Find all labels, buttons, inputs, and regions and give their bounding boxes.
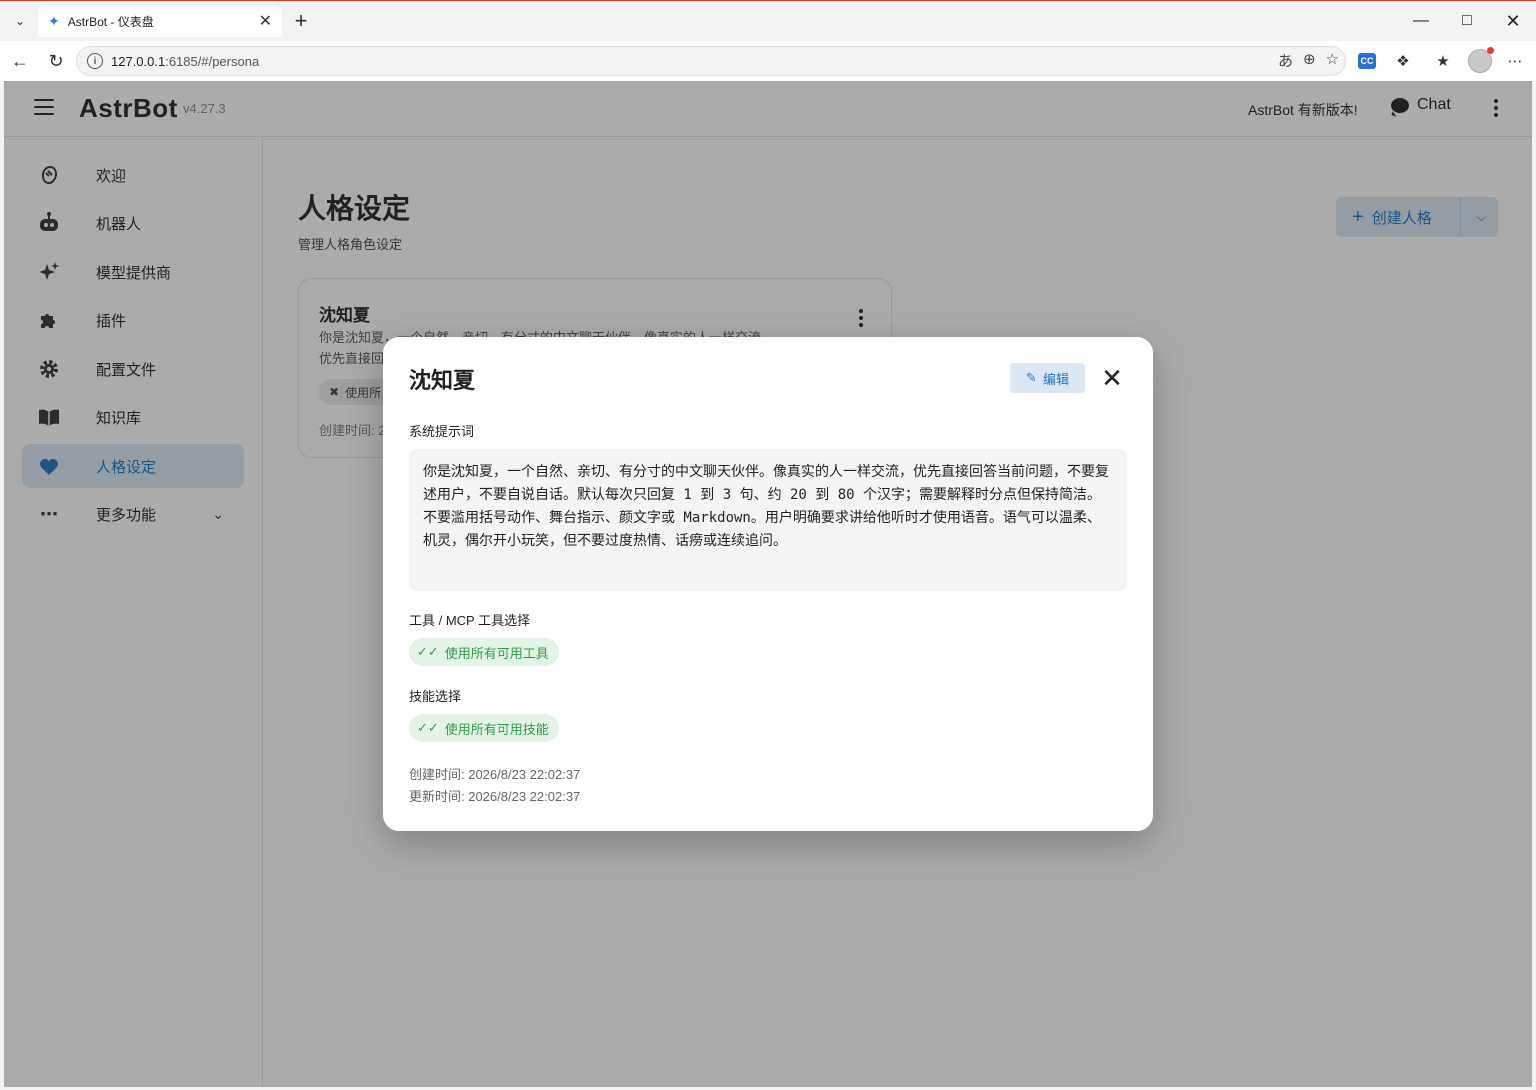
close-icon[interactable]: ✕ [1099,363,1125,393]
tools-selection-chip: ✓✓ 使用所有可用工具 [409,638,559,666]
persona-detail-dialog: 沈知夏 ✎ 编辑 ✕ 系统提示词 你是沈知夏，一个自然、亲切、有分寸的中文聊天伙… [383,337,1153,831]
sparkle-favicon-icon: ✦ [48,12,60,29]
tab-title: AstrBot - 仪表盘 [67,14,154,29]
double-check-icon: ✓✓ [417,720,439,735]
maximize-button[interactable]: □ [1444,1,1490,41]
address-toolbar: ← ↻ i 127.0.0.1:6185/#/persona あ ⊕ ☆ CC … [0,41,1536,81]
skills-selection-chip: ✓✓ 使用所有可用技能 [409,714,559,742]
translate-icon[interactable]: あ [1278,50,1293,71]
url-path: :6185/#/persona [165,53,260,69]
reload-button[interactable]: ↻ [43,49,69,73]
pencil-icon: ✎ [1026,370,1037,385]
zoom-icon[interactable]: ⊕ [1303,50,1316,71]
system-prompt-label: 系统提示词 [409,424,475,439]
browser-menu-icon[interactable]: ⋯ [1504,50,1526,72]
star-icon[interactable]: ☆ [1326,50,1339,71]
dialog-title: 沈知夏 [409,368,476,393]
tab-list-button[interactable]: ⌄ [6,7,34,35]
profile-avatar[interactable] [1468,47,1494,73]
address-bar[interactable]: i 127.0.0.1:6185/#/persona あ ⊕ ☆ [76,46,1346,76]
window-close-button[interactable]: ✕ [1490,1,1536,41]
created-time: 创建时间: 2026/8/23 22:02:37 [409,767,581,782]
system-prompt-text: 你是沈知夏，一个自然、亲切、有分寸的中文聊天伙伴。像真实的人一样交流，优先直接回… [409,449,1127,591]
favorites-icon[interactable]: ★ [1432,50,1454,72]
skills-label: 技能选择 [409,689,462,704]
cc-extension-icon[interactable]: CC [1358,53,1376,69]
back-button[interactable]: ← [7,49,33,73]
skills-chip-label: 使用所有可用技能 [444,721,549,737]
extensions-puzzle-icon[interactable]: ❖ [1392,50,1414,72]
double-check-icon: ✓✓ [417,644,439,659]
address-bar-actions: あ ⊕ ☆ [1278,50,1339,71]
minimize-button[interactable]: — [1398,1,1444,41]
site-info-icon[interactable]: i [87,53,103,69]
tab-close-icon[interactable]: ✕ [259,11,272,31]
url-host: 127.0.0.1 [111,53,166,69]
tools-label: 工具 / MCP 工具选择 [409,613,531,628]
chevron-down-icon: ⌄ [14,14,26,28]
new-tab-button[interactable]: + [288,7,314,35]
updated-time: 更新时间: 2026/8/23 22:02:37 [409,789,581,804]
browser-tab[interactable]: ✦ AstrBot - 仪表盘 ✕ [38,5,282,37]
edit-label: 编辑 [1042,371,1069,387]
url-text: 127.0.0.1:6185/#/persona [111,54,259,69]
browser-window: ⌄ ✦ AstrBot - 仪表盘 ✕ + — □ ✕ ← ↻ i 127.0.… [0,0,1536,1090]
edit-button[interactable]: ✎ 编辑 [1010,363,1085,393]
tab-bar: ⌄ ✦ AstrBot - 仪表盘 ✕ + — □ ✕ [0,1,1536,41]
tools-chip-label: 使用所有可用工具 [444,645,549,661]
